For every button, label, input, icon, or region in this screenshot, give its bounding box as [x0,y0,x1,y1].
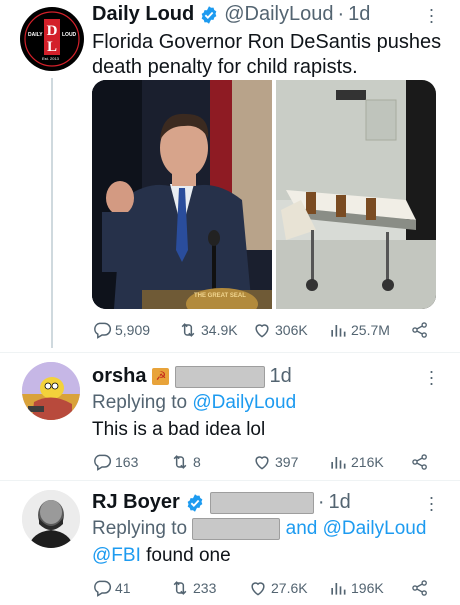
photo-execution-chamber[interactable] [276,80,436,309]
like-count: 306K [275,322,308,338]
reply1-header: orsha ☭ 1d [92,365,292,388]
reply2-author-name[interactable]: RJ Boyer [92,491,180,514]
reply1-text: This is a bad idea lol [92,419,266,440]
reply1-retweet-button[interactable]: 8 [170,452,201,472]
photo-execution-chamber-art [276,80,436,309]
author-name[interactable]: Daily Loud [92,3,194,26]
reply1-share-button[interactable] [410,452,433,472]
redacted-handle [209,491,314,514]
reply2-share-button[interactable] [410,578,433,598]
reply2-replying-to: Replying to and @DailyLoud [92,516,426,541]
views-icon [331,325,346,337]
tweet-header: Daily Loud @DailyLoud · 1d [92,3,370,26]
view-count: 216K [351,454,384,470]
view-count: 196K [351,580,384,596]
like-count: 27.6K [271,580,308,596]
retweet-count: 233 [193,580,217,596]
podium-text: THE GREAT SEAL [194,293,246,299]
reply2-like-button[interactable]: 27.6K [248,578,308,598]
retweet-icon [173,581,187,595]
separator-dot: · [317,491,325,513]
orsha-avatar-art [22,362,80,420]
share-icon [412,322,427,338]
redacted-handle [192,517,281,540]
svg-text:L: L [47,39,57,55]
tweet-text-line2: death penalty for child rapists. [92,56,358,78]
reply2-more-options-icon[interactable]: · · · [428,488,436,518]
reply-icon [94,454,112,471]
retweet-count: 8 [193,454,201,470]
view-count: 25.7M [351,322,390,338]
views-icon [331,457,346,469]
verified-badge-icon [187,493,203,512]
retweet-count: 34.9K [201,322,238,338]
reply2-header: RJ Boyer · 1d [92,491,351,514]
replying-to-label: Replying to [92,518,188,539]
views-button[interactable]: 25.7M [328,320,390,340]
reply2-timestamp[interactable]: 1d [328,491,350,514]
action-bar: 5,909 34.9K 306K 25.7M [92,320,432,340]
avatar-est: Est. 2013 [42,56,59,61]
reply-count: 41 [115,580,131,596]
retweet-icon [181,323,195,337]
rj-boyer-avatar-art [22,490,80,548]
thread-line [51,78,53,348]
timestamp[interactable]: 1d [348,3,370,26]
reply1-reply-button[interactable]: 163 [92,452,138,472]
reply-button[interactable]: 5,909 [92,320,150,340]
views-icon [331,583,346,595]
orsha-avatar[interactable] [22,362,80,420]
author-handle[interactable]: @DailyLoud [224,3,333,26]
hammer-sickle-icon: ☭ [152,368,170,385]
divider [0,352,460,353]
like-button[interactable]: 306K [252,320,308,340]
reply1-more-options-icon[interactable]: · · · [428,362,436,392]
reply2-views-button[interactable]: 196K [328,578,384,598]
heart-icon [251,582,265,596]
reply-count: 5,909 [115,322,151,338]
divider [0,480,460,481]
replying-to-handles[interactable]: and @DailyLoud [286,518,427,539]
reply2-reply-button[interactable]: 41 [92,578,131,598]
reply-icon [94,580,112,597]
reply1-action-bar: 163 8 397 216K [92,452,432,472]
more-options-icon[interactable]: · · · [428,0,436,30]
reply1-replying-to: Replying to @DailyLoud [92,390,296,415]
verified-badge-icon [201,5,217,24]
rj-boyer-avatar[interactable] [22,490,80,548]
share-icon [412,580,427,596]
reply1-views-button[interactable]: 216K [328,452,384,472]
reply2-retweet-button[interactable]: 233 [170,578,216,598]
avatar-word-left: DAILY [28,32,43,38]
tweet-media[interactable]: THE GREAT SEAL [92,80,436,309]
retweet-icon [173,455,187,469]
photo-desantis[interactable]: THE GREAT SEAL [92,80,272,309]
reply2-action-bar: 41 233 27.6K 196K [92,578,432,598]
tweet-text-line1: Florida Governor Ron DeSantis pushes [92,31,442,53]
retweet-button[interactable]: 34.9K [178,320,238,340]
reply2-text-rest: found one [146,545,231,566]
photo-desantis-art [92,80,272,309]
daily-loud-logo: D L [21,8,83,70]
heart-icon [255,456,269,470]
reply-icon [94,322,112,339]
reply-count: 163 [115,454,139,470]
reply1-author-name[interactable]: orsha [92,365,146,388]
share-icon [412,454,427,470]
heart-icon [255,324,269,338]
reply1-like-button[interactable]: 397 [252,452,298,472]
replying-to-label: Replying to [92,392,188,413]
separator-dot: · [337,3,345,25]
replying-to-handle[interactable]: @DailyLoud [192,392,296,413]
like-count: 397 [275,454,299,470]
daily-loud-avatar[interactable]: D L [20,7,84,71]
reply2-text: @FBI found one [92,543,231,568]
svg-text:D: D [47,23,58,39]
avatar-word-right: LOUD [62,32,77,38]
redacted-handle [175,365,266,388]
reply1-timestamp[interactable]: 1d [269,365,291,388]
share-button[interactable] [410,320,433,340]
tweet-text: Florida Governor Ron DeSantis pushes dea… [92,30,441,80]
mention-fbi[interactable]: @FBI [92,545,141,566]
